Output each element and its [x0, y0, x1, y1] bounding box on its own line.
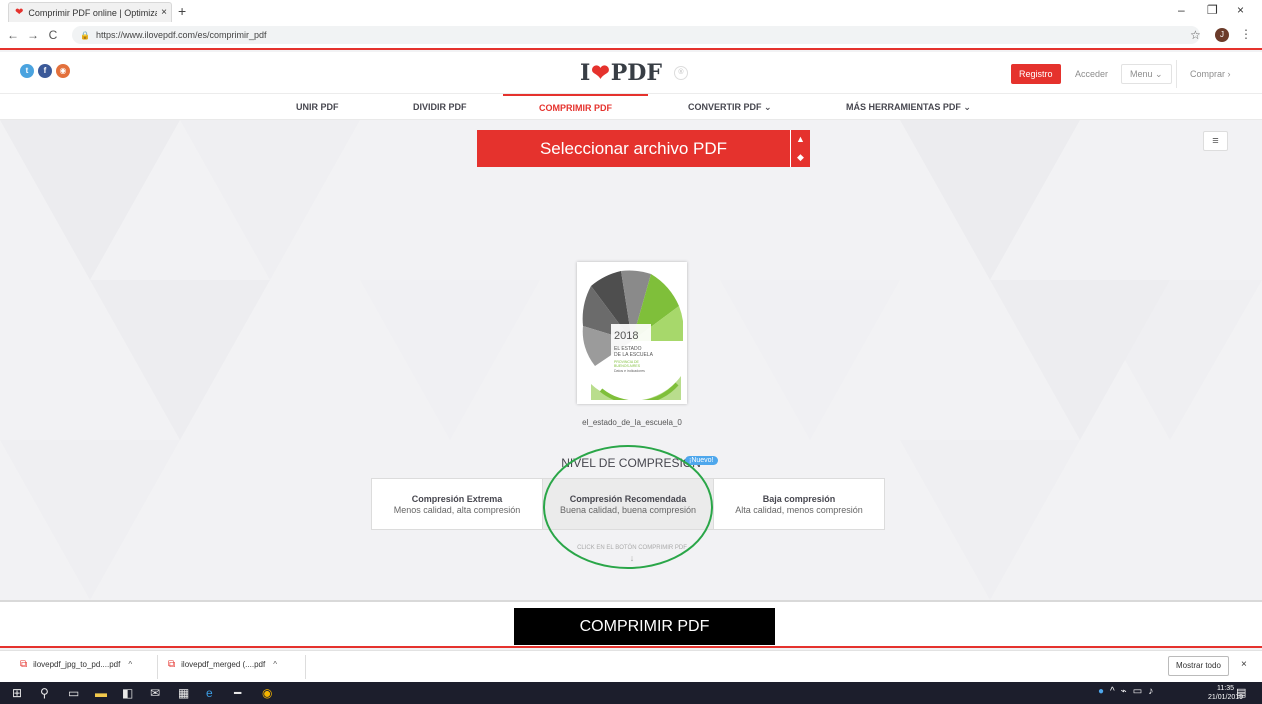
pdf-cover-image: 2018 EL ESTADO DE LA ESCUELA PROVINCIA D… [581, 266, 684, 405]
tools-nav: UNIR PDF DIVIDIR PDF COMPRIMIR PDF CONVE… [0, 94, 1262, 120]
cloud-upload-buttons: ▲ ◆ [790, 130, 810, 167]
cover-line5: Datos e indicadores [614, 369, 645, 373]
action-bar: COMPRIMIR PDF [0, 600, 1262, 648]
close-shelf-icon[interactable]: × [1241, 659, 1247, 670]
chevron-up-icon[interactable]: ^ [273, 660, 277, 669]
address-bar[interactable]: 🔒 https://www.ilovepdf.com/es/comprimir_… [72, 26, 1200, 44]
chrome-icon[interactable]: ◉ [56, 64, 70, 78]
network-icon[interactable]: ⌁ [1121, 686, 1127, 697]
pdf-thumbnail[interactable]: 2018 EL ESTADO DE LA ESCUELA PROVINCIA D… [577, 262, 687, 405]
windows-start-icon[interactable]: ⊞ [12, 686, 22, 700]
edge-icon[interactable]: e [206, 686, 213, 700]
select-pdf-button[interactable]: Seleccionar archivo PDF [477, 130, 790, 167]
option-description: Menos calidad, alta compresión [393, 505, 521, 515]
compress-pdf-button[interactable]: COMPRIMIR PDF [514, 608, 775, 645]
search-icon[interactable]: ⚲ [40, 686, 49, 700]
app-icon[interactable]: ━ [234, 686, 241, 700]
calculator-icon[interactable]: ▦ [178, 686, 189, 700]
url-text: https://www.ilovepdf.com/es/comprimir_pd… [95, 30, 267, 40]
google-drive-icon[interactable]: ▲ [796, 134, 805, 144]
mail-icon[interactable]: ✉ [150, 686, 160, 700]
download-item[interactable]: ⧉ ilovepdf_merged (....pdf ^ [168, 659, 277, 670]
compression-low-option[interactable]: Baja compresión Alta calidad, menos comp… [714, 479, 884, 529]
show-all-button[interactable]: Mostrar todo [1168, 656, 1229, 676]
forward-button[interactable]: → [26, 28, 40, 42]
download-item[interactable]: ⧉ ilovepdf_jpg_to_pd....pdf ^ [20, 659, 132, 670]
ilovepdf-logo[interactable]: I ❤ PDF ® [580, 60, 688, 86]
registro-button[interactable]: Registro [1011, 64, 1061, 84]
cover-line2: DE LA ESCUELA [614, 352, 654, 358]
back-button[interactable]: ← [6, 28, 20, 42]
help-icon[interactable]: ● [1098, 686, 1104, 697]
acceder-link[interactable]: Acceder [1075, 64, 1108, 84]
cover-year: 2018 [614, 330, 638, 342]
header-divider [1176, 60, 1177, 88]
profile-avatar[interactable]: J [1215, 28, 1229, 42]
battery-icon[interactable]: ▭ [1133, 686, 1142, 697]
volume-icon[interactable]: ♪ [1148, 686, 1153, 697]
compression-extreme-option[interactable]: Compresión Extrema Menos calidad, alta c… [372, 479, 543, 529]
dropbox-icon[interactable]: ◆ [797, 152, 804, 163]
windows-taskbar: ⊞ ⚲ ▭ ▬ ◧ ✉ ▦ e ━ ◉ ● ^ ⌁ ▭ ♪ 11:35 21/0… [0, 682, 1262, 704]
main-workspace: Seleccionar archivo PDF ▲ ◆ ≡ 2018 EL ES… [0, 120, 1262, 600]
browser-toolbar: ← → C 🔒 https://www.ilovepdf.com/es/comp… [0, 22, 1262, 50]
minimize-button[interactable]: – [1178, 3, 1185, 17]
notifications-icon[interactable]: ▤ [1236, 686, 1246, 699]
store-icon[interactable]: ◧ [122, 686, 133, 700]
pdf-file-icon: ⧉ [20, 659, 28, 670]
option-title: Compresión Extrema [411, 494, 503, 504]
new-tab-button[interactable]: + [178, 3, 186, 19]
download-divider [157, 655, 158, 679]
pdf-filename: el_estado_de_la_escuela_0 [582, 418, 682, 427]
chevron-up-icon[interactable]: ^ [128, 660, 132, 669]
site-header: t f ◉ I ❤ PDF ® Registro Acceder Menu ⌄ … [0, 52, 1262, 94]
download-filename: ilovepdf_merged (....pdf [181, 660, 266, 669]
logo-letter: I [580, 60, 591, 86]
side-menu-button[interactable]: ≡ [1203, 131, 1228, 151]
nav-dividir-pdf[interactable]: DIVIDIR PDF [413, 94, 467, 120]
pdf-file-icon: ⧉ [168, 659, 176, 670]
menu-dropdown[interactable]: Menu ⌄ [1121, 64, 1172, 84]
system-tray: ● ^ ⌁ ▭ ♪ [1098, 686, 1153, 697]
tab-close-icon[interactable]: × [157, 7, 171, 18]
registered-mark-icon: ® [673, 66, 688, 80]
nav-comprimir-pdf[interactable]: COMPRIMIR PDF [503, 94, 648, 120]
nav-unir-pdf[interactable]: UNIR PDF [296, 94, 339, 120]
file-explorer-icon[interactable]: ▬ [95, 686, 107, 700]
twitter-icon[interactable]: t [20, 64, 34, 78]
cover-line4: BUENOS AIRES [614, 364, 641, 368]
option-description: Alta calidad, menos compresión [735, 505, 863, 515]
download-divider [305, 655, 306, 679]
browser-tabstrip: ❤ Comprimir PDF online | Optimiza × + – … [0, 0, 1262, 22]
downloads-shelf: ⧉ ilovepdf_jpg_to_pd....pdf ^ ⧉ ilovepdf… [0, 650, 1262, 682]
option-title: Baja compresión [762, 494, 836, 504]
chrome-taskbar-icon[interactable]: ◉ [262, 686, 272, 700]
facebook-icon[interactable]: f [38, 64, 52, 78]
ilovepdf-favicon-icon: ❤ [15, 7, 24, 18]
lock-icon: 🔒 [80, 30, 90, 40]
annotation-circle [543, 445, 713, 569]
task-view-icon[interactable]: ▭ [68, 686, 79, 700]
social-links: t f ◉ [20, 64, 70, 78]
heart-icon: ❤ [591, 60, 610, 86]
comprar-link[interactable]: Comprar › [1190, 64, 1231, 84]
nav-convertir-pdf[interactable]: CONVERTIR PDF ⌄ [688, 94, 772, 120]
browser-menu-icon[interactable]: ⋮ [1240, 27, 1252, 41]
browser-tab[interactable]: ❤ Comprimir PDF online | Optimiza × [8, 2, 172, 22]
reload-button[interactable]: C [46, 28, 60, 42]
download-filename: ilovepdf_jpg_to_pd....pdf [33, 660, 121, 669]
nav-mas-herramientas[interactable]: MÁS HERRAMIENTAS PDF ⌄ [846, 94, 971, 120]
tab-title: Comprimir PDF online | Optimiza [28, 7, 157, 18]
close-window-button[interactable]: × [1237, 3, 1244, 17]
bookmark-star-icon[interactable]: ☆ [1190, 28, 1201, 42]
logo-text: PDF [610, 60, 662, 86]
maximize-button[interactable]: ❐ [1207, 3, 1218, 17]
chevron-up-icon[interactable]: ^ [1110, 686, 1115, 697]
